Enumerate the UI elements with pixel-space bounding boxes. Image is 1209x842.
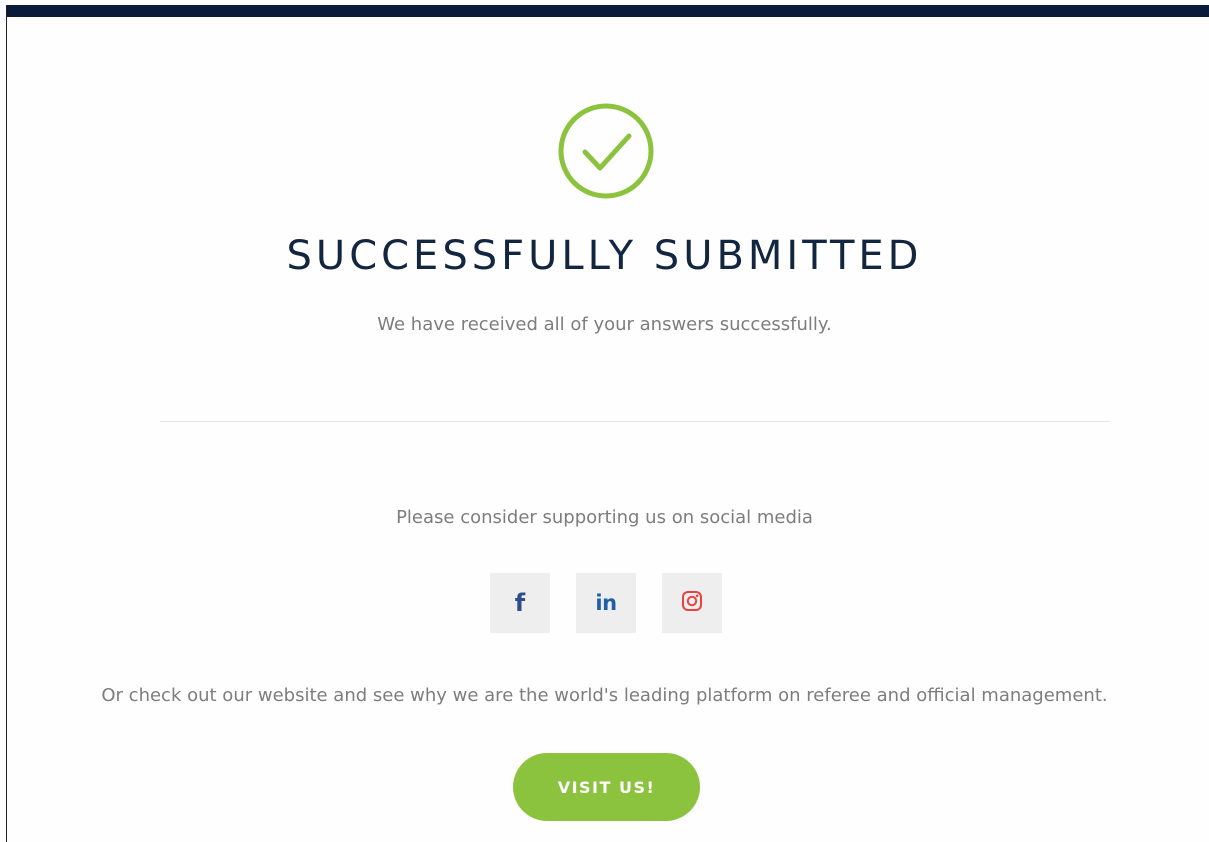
success-subtitle: We have received all of your answers suc… <box>377 314 832 335</box>
page-title: SUCCESSFULLY SUBMITTED <box>286 233 923 279</box>
instagram-icon <box>681 590 703 616</box>
success-page: SUCCESSFULLY SUBMITTED We have received … <box>0 0 1209 842</box>
check-circle-icon <box>557 102 655 200</box>
facebook-button[interactable]: f <box>490 573 550 633</box>
left-border <box>6 5 7 842</box>
top-bar <box>7 5 1209 17</box>
website-prompt: Or check out our website and see why we … <box>101 685 1108 706</box>
divider <box>160 421 1110 422</box>
social-prompt: Please consider supporting us on social … <box>396 507 813 528</box>
social-links: f in <box>490 573 730 633</box>
linkedin-button[interactable]: in <box>576 573 636 633</box>
visit-us-button[interactable]: VISIT US! <box>513 753 700 821</box>
facebook-icon: f <box>514 589 526 617</box>
linkedin-icon: in <box>595 591 617 615</box>
instagram-button[interactable] <box>662 573 722 633</box>
